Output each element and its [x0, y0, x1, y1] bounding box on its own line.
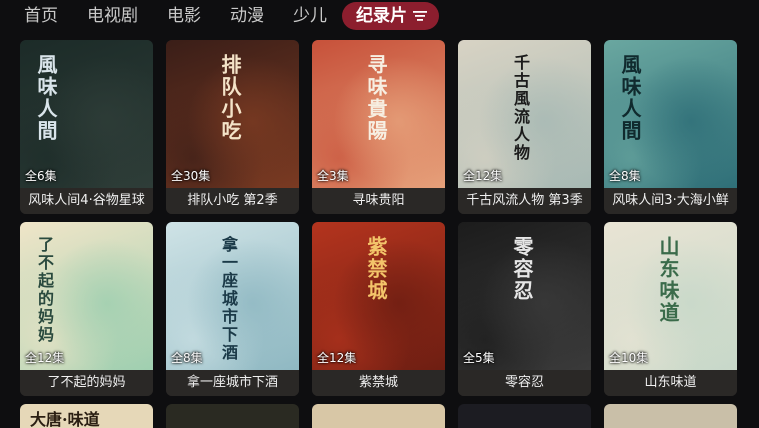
episode-count: 全8集 [171, 351, 203, 365]
poster-image: 寻味貴陽 [312, 40, 445, 188]
poster-calligraphy: 了不起的妈妈 [35, 236, 54, 344]
poster-calligraphy: 風味人間 [618, 54, 642, 142]
tab-documentary[interactable]: 纪录片 [342, 2, 439, 30]
episode-count: 全30集 [171, 169, 211, 183]
episode-count: 全6集 [25, 169, 57, 183]
episode-count: 全12集 [25, 351, 65, 365]
poster-card[interactable]: 千古風流人物 全12集千古风流人物 第3季 [458, 40, 591, 214]
poster-card[interactable]: 山东味道 全10集 山东味道 [604, 222, 737, 396]
top-navigation: 首页 电视剧 电影 动漫 少儿 纪录片 [0, 0, 759, 32]
episode-count: 全10集 [609, 351, 649, 365]
filter-icon[interactable] [413, 10, 427, 22]
poster-calligraphy: 大唐·味道 [30, 410, 100, 428]
poster-card[interactable]: 紫禁城 全12集 紫禁城 [312, 222, 445, 396]
episode-count: 全8集 [609, 169, 641, 183]
poster-calligraphy: 紫禁城 [364, 236, 388, 302]
poster-image: 山东味道 [604, 222, 737, 370]
poster-image: 千古風流人物 [458, 40, 591, 188]
poster-card-partial[interactable]: 大唐·味道 [20, 404, 153, 428]
poster-card-partial[interactable] [166, 404, 299, 428]
poster-title: 风味人间3·大海小鲜 [604, 188, 737, 214]
tab-tv-series[interactable]: 电视剧 [87, 2, 138, 30]
poster-image: 拿一座城市下酒 [166, 222, 299, 370]
poster-image: 紫禁城 [312, 222, 445, 370]
tab-movies[interactable]: 电影 [167, 2, 201, 30]
episode-count: 全3集 [317, 169, 349, 183]
poster-calligraphy: 拿一座城市下酒 [219, 236, 238, 362]
poster-title: 排队小吃 第2季 [166, 188, 299, 214]
poster-title: 拿一座城市下酒 [166, 370, 299, 396]
poster-card-partial[interactable] [458, 404, 591, 428]
poster-calligraphy: 山东味道 [656, 236, 680, 324]
poster-card[interactable]: 排队小吃全30集排队小吃 第2季 [166, 40, 299, 214]
poster-card[interactable]: 風味人間全8集风味人间3·大海小鲜 [604, 40, 737, 214]
tab-home[interactable]: 首页 [24, 2, 58, 30]
poster-title: 了不起的妈妈 [20, 370, 153, 396]
poster-card[interactable]: 寻味貴陽全3集寻味贵阳 [312, 40, 445, 214]
poster-card[interactable]: 了不起的妈妈 全12集 了不起的妈妈 [20, 222, 153, 396]
poster-image: 零容忍 [458, 222, 591, 370]
poster-title: 紫禁城 [312, 370, 445, 396]
poster-card-partial[interactable] [312, 404, 445, 428]
episode-count: 全12集 [463, 169, 503, 183]
documentary-grid: 風味人間 全6集 风味人间4·谷物星球 排队小吃 全30集 排队小吃 第2季 寻味貴陽 全3集… [20, 40, 737, 396]
poster-title: 零容忍 [458, 370, 591, 396]
tab-documentary-label: 纪录片 [356, 6, 407, 26]
poster-image: 了不起的妈妈 [20, 222, 153, 370]
poster-title: 千古风流人物 第3季 [458, 188, 591, 214]
poster-calligraphy: 千古風流人物 [511, 54, 530, 162]
poster-image: 風味人間 [604, 40, 737, 188]
documentary-grid-row-partial: 大唐·味道 [20, 404, 737, 428]
poster-image: 排队小吃 [166, 40, 299, 188]
poster-title: 寻味贵阳 [312, 188, 445, 214]
poster-calligraphy: 寻味貴陽 [364, 54, 388, 142]
poster-calligraphy: 零容忍 [510, 236, 534, 302]
tab-kids[interactable]: 少儿 [293, 2, 327, 30]
poster-card[interactable]: 風味人間全6集风味人间4·谷物星球 [20, 40, 153, 214]
poster-title: 山东味道 [604, 370, 737, 396]
tab-anime[interactable]: 动漫 [230, 2, 264, 30]
poster-card[interactable]: 拿一座城市下酒 全8集 拿一座城市下酒 [166, 222, 299, 396]
poster-title: 风味人间4·谷物星球 [20, 188, 153, 214]
episode-count: 全5集 [463, 351, 495, 365]
episode-count: 全12集 [317, 351, 357, 365]
poster-calligraphy: 排队小吃 [218, 54, 242, 142]
poster-card[interactable]: 零容忍 全5集 零容忍 [458, 222, 591, 396]
poster-card-partial[interactable] [604, 404, 737, 428]
poster-image: 風味人間 [20, 40, 153, 188]
poster-calligraphy: 風味人間 [34, 54, 58, 142]
